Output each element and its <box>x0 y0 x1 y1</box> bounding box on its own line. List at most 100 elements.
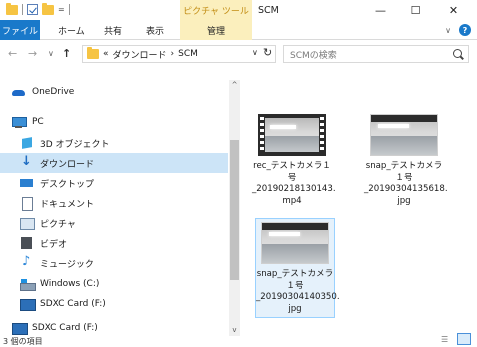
nav-item-downloads[interactable]: ダウンロード <box>0 153 228 173</box>
video-thumbnail <box>258 114 326 156</box>
file-name-line: jpg <box>288 303 302 314</box>
tab-home[interactable]: ホーム <box>58 20 85 40</box>
address-dropdown-button[interactable]: ∨ <box>252 48 258 57</box>
nav-item-label: SDXC Card (F:) <box>40 299 106 309</box>
breadcrumb-scm[interactable]: SCM <box>178 49 198 59</box>
divider <box>22 4 23 15</box>
window-title: SCM <box>258 5 279 16</box>
item-count: 3 個の項目 <box>3 337 43 346</box>
file-list: rec_テストカメラ１ 号 _20190218130143. mp4 snap_… <box>246 78 477 336</box>
photo-thumbnail <box>261 222 329 264</box>
tab-share[interactable]: 共有 <box>104 20 122 40</box>
tab-manage[interactable]: 管理 <box>180 20 252 40</box>
maximize-button[interactable]: ☐ <box>398 0 433 20</box>
drive-icon <box>20 278 36 291</box>
file-item-photo-selected[interactable]: snap_テストカメラ １号 _20190304140350. jpg <box>255 218 340 318</box>
new-folder-icon[interactable] <box>42 2 54 15</box>
nav-item-music[interactable]: ミュージック <box>0 253 228 273</box>
nav-item-videos[interactable]: ビデオ <box>0 233 228 253</box>
nav-item-label: ドキュメント <box>40 199 95 210</box>
nav-item-label: ミュージック <box>40 259 94 270</box>
download-icon <box>20 154 34 169</box>
ribbon-tabs: ファイル ホーム 共有 表示 管理 ∨ ? <box>0 20 477 40</box>
quick-access-toolbar: = <box>6 2 70 15</box>
3d-objects-icon <box>20 137 34 149</box>
file-name-line: １号 <box>395 172 413 183</box>
details-view-icon[interactable]: ☰ <box>441 335 453 345</box>
pc-icon <box>12 116 27 128</box>
file-name-line: 号 <box>287 172 297 183</box>
file-name-line: snap_テストカメラ <box>365 161 443 171</box>
file-item-photo[interactable]: snap_テストカメラ １号 _20190304135618. jpg <box>364 114 448 207</box>
search-input[interactable]: SCMの検索 <box>283 45 469 63</box>
search-icon[interactable] <box>453 49 462 58</box>
nav-item-onedrive[interactable]: OneDrive <box>0 82 228 102</box>
help-icon[interactable]: ? <box>459 24 471 36</box>
folder-icon <box>87 47 99 59</box>
ribbon-controls: ∨ ? <box>445 24 471 36</box>
breadcrumb-overflow[interactable]: « <box>103 49 109 59</box>
file-name-line: _20190218130143. <box>252 184 336 194</box>
customize-toolbar-icon[interactable]: = <box>58 5 65 14</box>
sdxc-icon <box>20 298 36 311</box>
properties-icon[interactable] <box>27 4 38 15</box>
desktop-icon <box>20 177 34 189</box>
tab-file[interactable]: ファイル <box>0 20 40 40</box>
nav-item-windows-c[interactable]: Windows (C:) <box>0 274 228 294</box>
onedrive-icon <box>12 86 26 98</box>
file-name-line: rec_テストカメラ１ <box>253 161 331 171</box>
close-button[interactable]: ✕ <box>436 0 471 20</box>
breadcrumb-separator[interactable]: › <box>171 49 175 59</box>
expand-ribbon-icon[interactable]: ∨ <box>445 26 451 35</box>
recent-locations-button[interactable]: ∨ <box>48 49 54 58</box>
address-bar[interactable]: « ダウンロード › SCM <box>82 45 276 63</box>
scroll-up-button[interactable]: ^ <box>229 80 240 91</box>
nav-item-pc[interactable]: PC <box>0 112 228 132</box>
file-name-line: jpg <box>397 195 411 206</box>
photo-thumbnail <box>370 114 438 156</box>
folder-icon <box>6 2 18 15</box>
picture-tools-context-label: ピクチャ ツール <box>180 0 252 20</box>
nav-item-label: ダウンロード <box>40 159 95 170</box>
scroll-thumb[interactable] <box>230 140 239 280</box>
nav-item-label: ピクチャ <box>40 219 76 230</box>
search-placeholder: SCMの検索 <box>290 50 337 61</box>
music-icon <box>20 254 34 269</box>
nav-item-desktop[interactable]: デスクトップ <box>0 173 228 193</box>
sdxc-icon <box>12 322 28 335</box>
nav-item-documents[interactable]: ドキュメント <box>0 193 228 213</box>
nav-item-sdxc-card-root[interactable]: SDXC Card (F:) <box>0 318 228 338</box>
minimize-button[interactable]: — <box>363 0 398 20</box>
scroll-down-button[interactable]: v <box>229 325 240 336</box>
navigation-scrollbar[interactable]: ^ v <box>229 80 240 336</box>
nav-item-label: PC <box>32 117 44 127</box>
pictures-icon <box>20 217 35 230</box>
file-item-video[interactable]: rec_テストカメラ１ 号 _20190218130143. mp4 <box>252 114 336 207</box>
documents-icon <box>20 197 34 211</box>
title-bar: = ピクチャ ツール SCM — ☐ ✕ <box>0 0 477 20</box>
refresh-icon[interactable]: ↻ <box>263 46 272 59</box>
nav-item-label: 3D オブジェクト <box>40 139 110 150</box>
nav-item-label: Windows (C:) <box>40 279 100 289</box>
file-name-line: snap_テストカメラ <box>256 269 334 279</box>
file-name-line: １号 <box>286 280 304 291</box>
breadcrumb-downloads[interactable]: ダウンロード <box>113 48 167 61</box>
nav-item-pictures[interactable]: ピクチャ <box>0 213 228 233</box>
address-row: ← → ∨ ↑ « ダウンロード › SCM ∨ ↻ SCMの検索 <box>0 41 477 67</box>
tab-view[interactable]: 表示 <box>146 20 164 40</box>
nav-item-label: デスクトップ <box>40 179 95 190</box>
file-name-line: _20190304140350. <box>256 292 340 302</box>
back-button[interactable]: ← <box>8 47 17 60</box>
nav-item-sdxc-card[interactable]: SDXC Card (F:) <box>0 294 228 314</box>
nav-item-label: ビデオ <box>40 239 68 250</box>
video-icon <box>20 237 34 249</box>
up-button[interactable]: ↑ <box>62 47 71 60</box>
nav-item-3d-objects[interactable]: 3D オブジェクト <box>0 133 228 153</box>
nav-item-label: OneDrive <box>32 87 75 97</box>
file-name-line: mp4 <box>282 195 302 206</box>
navigation-pane: OneDrive PC 3D オブジェクト ダウンロード デスクトップ ドキュメ… <box>0 78 240 336</box>
large-icons-view-icon[interactable] <box>457 333 471 345</box>
forward-button[interactable]: → <box>28 47 37 60</box>
nav-item-label: SDXC Card (F:) <box>32 323 98 333</box>
status-bar: 3 個の項目 ☰ <box>0 333 477 347</box>
